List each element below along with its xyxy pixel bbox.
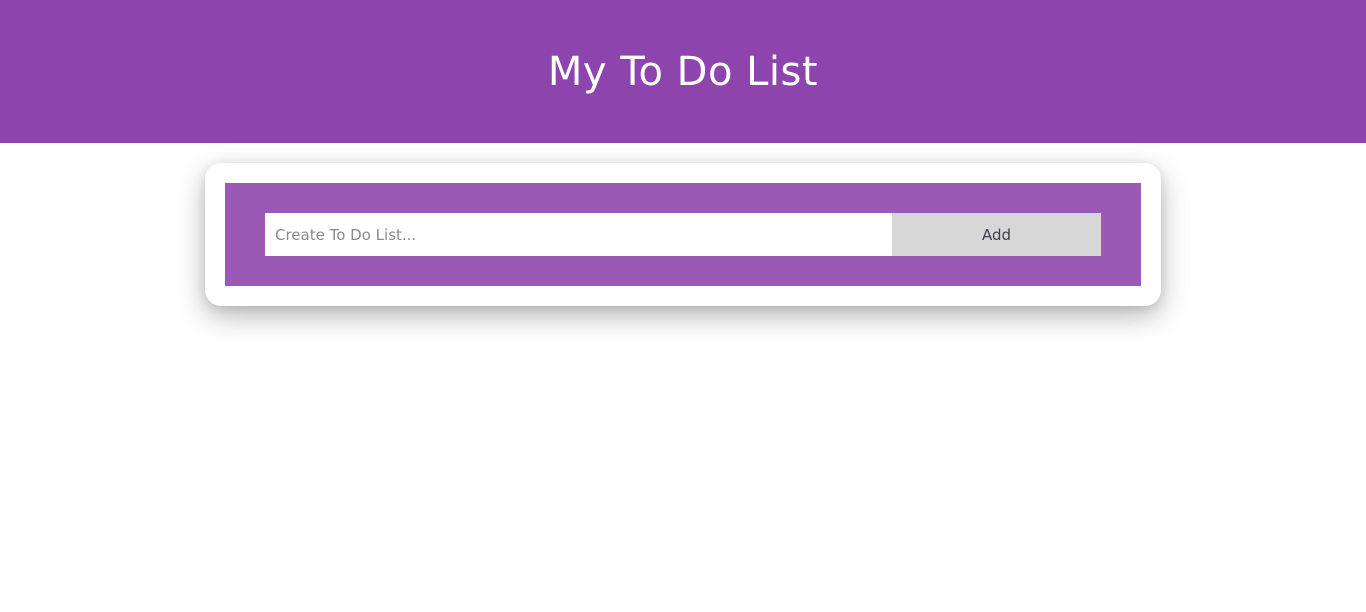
- todo-form: Add: [225, 183, 1141, 286]
- add-button[interactable]: Add: [892, 213, 1101, 256]
- page-header: My To Do List: [0, 0, 1366, 143]
- todo-card: Add: [205, 163, 1161, 306]
- page-title: My To Do List: [547, 48, 819, 95]
- todo-input[interactable]: [265, 213, 892, 256]
